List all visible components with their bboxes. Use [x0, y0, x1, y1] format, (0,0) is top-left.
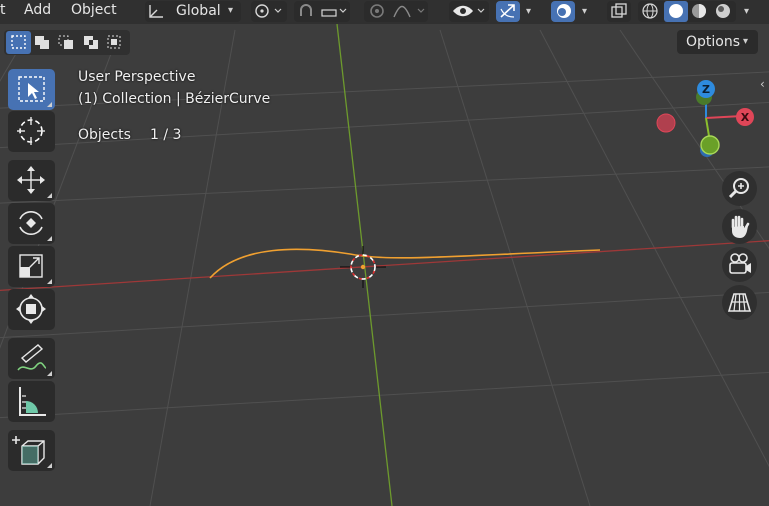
zoom-button[interactable] [722, 171, 757, 206]
menu-view[interactable]: t [0, 0, 6, 22]
wireframe-shading-icon [642, 3, 658, 19]
hand-icon [731, 215, 750, 238]
visibility-dropdown[interactable] [449, 1, 489, 22]
tool-annotate[interactable] [8, 338, 55, 379]
zoom-magnifier-icon [728, 178, 749, 199]
menu-object[interactable]: Object [71, 0, 117, 22]
proportional-edit-icon [370, 4, 425, 18]
rendered-shading-icon [716, 4, 730, 18]
tool-transform[interactable] [8, 289, 55, 330]
snap-magnet-icon [300, 4, 347, 17]
overlay-toggle-button[interactable] [551, 1, 575, 22]
tool-scale[interactable] [8, 246, 55, 287]
chevron-down-icon: ▾ [228, 5, 234, 16]
viewport-header: t Add Object Global ▾ ▾ ▾ ▾ [0, 0, 769, 24]
tool-rotate[interactable] [8, 203, 55, 244]
pivot-point-dropdown[interactable] [251, 1, 287, 22]
objects-count: 1 / 3 [150, 127, 182, 143]
cursor-icon [17, 117, 45, 145]
select-extend-icon [35, 36, 49, 49]
xray-toggle-button[interactable] [607, 1, 631, 22]
select-intersect-icon [107, 35, 121, 49]
material-shading-icon [692, 4, 706, 18]
objects-label: Objects [78, 127, 131, 143]
overlay-chevron-icon[interactable]: ▾ [582, 6, 587, 17]
camera-view-button[interactable] [722, 247, 757, 282]
shading-chevron-icon[interactable]: ▾ [744, 6, 749, 17]
eye-icon [453, 5, 485, 17]
snap-group[interactable] [294, 1, 350, 22]
xray-icon [611, 3, 627, 18]
perspective-toggle-button[interactable] [722, 285, 757, 320]
gizmo-z-label: Z [702, 83, 710, 96]
pivot-icon [255, 4, 282, 18]
navigation-gizmo[interactable]: Z X [648, 74, 760, 164]
gizmo-toggle-button[interactable] [496, 1, 520, 22]
chevron-down-icon: ▾ [743, 36, 749, 47]
collection-info: (1) Collection | BézierCurve [78, 91, 271, 107]
sidebar-toggle-icon[interactable]: ‹ [760, 77, 765, 91]
tool-select-box[interactable] [8, 69, 55, 110]
shading-mode-group[interactable] [638, 1, 736, 22]
menu-add[interactable]: Add [24, 0, 51, 22]
proportional-edit-group[interactable] [364, 1, 428, 22]
transform-icon [16, 294, 46, 324]
solid-shading-icon [669, 4, 683, 18]
measure-ruler-icon [19, 387, 46, 416]
gizmo-icon [500, 4, 515, 18]
transform-orientation-dropdown[interactable]: Global ▾ [145, 1, 241, 22]
overlay-icon [557, 4, 571, 18]
tool-cursor[interactable] [8, 111, 55, 152]
grid-perspective-icon [727, 293, 752, 312]
select-subtract-icon [58, 35, 73, 49]
select-invert-icon [84, 36, 98, 49]
tool-move[interactable] [8, 160, 55, 201]
orientation-label: Global [176, 3, 221, 19]
orientation-axes-icon [149, 5, 163, 18]
camera-icon [729, 253, 751, 274]
pan-button[interactable] [722, 209, 757, 244]
options-dropdown[interactable]: Options ▾ [677, 30, 758, 54]
selection-mode-group [4, 30, 130, 55]
options-label: Options [686, 34, 741, 50]
gizmo-x-label: X [741, 111, 750, 124]
view-name: User Perspective [78, 69, 196, 85]
tool-measure[interactable] [8, 381, 55, 422]
tool-add-cube[interactable] [8, 430, 55, 471]
gizmo-chevron-icon[interactable]: ▾ [526, 6, 531, 17]
